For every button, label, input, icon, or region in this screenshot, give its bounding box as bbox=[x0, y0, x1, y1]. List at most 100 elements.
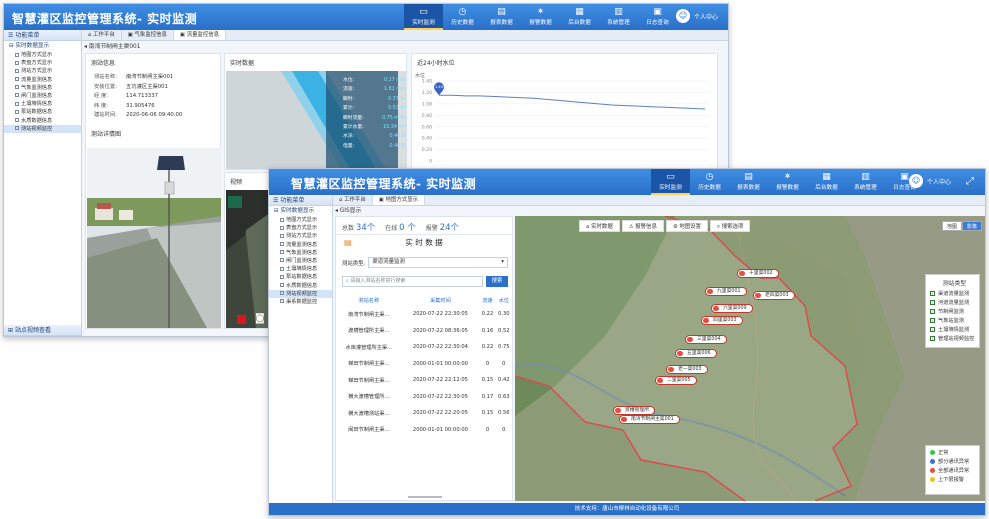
sidebar-item[interactable]: 表盘方式显示 bbox=[269, 224, 332, 232]
tab-item[interactable]: ▣ 地图方式显示 bbox=[372, 195, 425, 205]
user-avatar-icon: ☺ bbox=[676, 9, 690, 23]
nav-item-backend[interactable]: ▦ 后台数据 bbox=[560, 4, 599, 30]
map-station-marker[interactable]: 四里渠003 bbox=[701, 316, 743, 325]
sidebar-item[interactable]: 水质数据信息 bbox=[4, 117, 81, 125]
back-arrow-icon[interactable]: ◂ bbox=[335, 208, 338, 214]
nav-item-monitor[interactable]: ▭ 实时监测 bbox=[404, 4, 443, 30]
search-input[interactable]: ⌕ 请输入测站名称进行搜索 bbox=[342, 276, 483, 287]
fullscreen-icon[interactable]: ⤢ bbox=[966, 176, 974, 187]
table-row[interactable]: 闽田节制闸主渠... 2000-01-01 00:00:00 0 0 bbox=[336, 422, 512, 439]
map-type-button[interactable]: 影像 bbox=[961, 221, 982, 231]
nav-item-report[interactable]: ▤ 报表数据 bbox=[729, 169, 768, 195]
legend-item[interactable]: ✓ 渠道流量监测 bbox=[930, 290, 979, 299]
table-row[interactable]: 渡槽管理所主渠... 2020-07-22 08:36:05 0.16 0.52 bbox=[336, 323, 512, 340]
sidebar-item[interactable]: 闸门监测信息 bbox=[269, 257, 332, 265]
sidebar-item[interactable]: 渠系数据监控 bbox=[269, 298, 332, 306]
table-row[interactable]: 梯田节制闸主渠... 2000-01-01 00:00:00 0 0 bbox=[336, 356, 512, 373]
map-tool-button[interactable]: ⌕ 搜索选项 bbox=[709, 220, 751, 232]
nav-item-history[interactable]: ◷ 历史数据 bbox=[690, 169, 729, 195]
sidebar-item[interactable]: 土壤墒情信息 bbox=[4, 100, 81, 108]
sidebar-item[interactable]: 水质数据信息 bbox=[269, 282, 332, 290]
sidebar-item[interactable]: 闸门监测信息 bbox=[4, 92, 81, 100]
back-sidebar-group[interactable]: ⊟ 实时数据显示 bbox=[4, 41, 81, 51]
front-sidebar-group[interactable]: ⊟ 实时数据显示 bbox=[269, 206, 332, 216]
overlay-key: 流速: bbox=[343, 87, 355, 93]
alarm-icon: ✶ bbox=[783, 172, 792, 182]
map-station-marker[interactable]: 六里渠009 bbox=[711, 304, 753, 313]
station-type-select[interactable]: 渠道流量监测 ▾ bbox=[368, 257, 508, 268]
sidebar-item[interactable]: 泵站数据信息 bbox=[269, 273, 332, 281]
video-record-button[interactable] bbox=[237, 315, 246, 324]
map-station-marker[interactable]: 老一渠003 bbox=[666, 365, 708, 374]
back-sidebar-bottom[interactable]: ⊞ 站点视频查看 bbox=[4, 325, 81, 336]
sidebar-item[interactable]: 测站方式显示 bbox=[269, 232, 332, 240]
legend-item[interactable]: ✓ 河道流量监测 bbox=[930, 299, 979, 308]
camera-icon[interactable]: ◙ bbox=[255, 313, 265, 324]
tab-item[interactable]: ▣ 气象监控信息 bbox=[122, 30, 174, 40]
map-station-marker[interactable]: 渡槽管理所 bbox=[613, 406, 655, 415]
legend-item[interactable]: ✓ 土壤墒情监测 bbox=[930, 326, 979, 335]
list-icon: ▤ bbox=[344, 238, 352, 247]
table-row[interactable]: 水库灌管理所主渠... 2020-07-22 22:30:04 0.22 0.75 bbox=[336, 339, 512, 356]
map-station-marker[interactable]: 老四渠003 bbox=[753, 291, 795, 300]
map-tool-button[interactable]: ⌂ 实时数据 bbox=[579, 220, 620, 232]
sidebar-item-label: 测站视频监控 bbox=[21, 125, 53, 132]
sidebar-item[interactable]: 测站视频监控 bbox=[269, 289, 332, 298]
front-tabbar: ⌂ 工作平台 ▣ 地图方式显示 bbox=[333, 195, 985, 206]
station-table: 测站名称 采集时间 流速 水位 南湾节制闸主渠... 2020-07-22 22:30:… bbox=[336, 294, 512, 438]
map-station-marker[interactable]: 三里渠004 bbox=[685, 335, 727, 344]
back-user-center[interactable]: ☺ 个人中心 bbox=[676, 9, 718, 23]
back-arrow-icon[interactable]: ◂ bbox=[84, 44, 87, 50]
checkbox-icon bbox=[15, 60, 19, 65]
nav-item-alarm[interactable]: ✶ 报警数据 bbox=[521, 4, 560, 30]
nav-item-backend[interactable]: ▦ 后台数据 bbox=[807, 169, 846, 195]
legend-item[interactable]: ✓ 气象站监测 bbox=[930, 317, 979, 326]
tab-label: 流量监控信息 bbox=[186, 32, 220, 38]
list-scroll-handle[interactable] bbox=[408, 496, 442, 498]
table-row[interactable]: 梯田节制闸主渠... 2020-07-22 22:12:05 0.15 0.42 bbox=[336, 372, 512, 389]
map-tool-label: 实时数据 bbox=[591, 224, 613, 230]
sidebar-item[interactable]: 测站方式显示 bbox=[4, 67, 81, 75]
nav-item-system[interactable]: ▥ 系统管理 bbox=[846, 169, 885, 195]
nav-item-monitor[interactable]: ▭ 实时监测 bbox=[651, 169, 690, 195]
tab-item[interactable]: ⌂ 工作平台 bbox=[82, 30, 122, 40]
map-station-marker[interactable]: 五里渠006 bbox=[675, 349, 717, 358]
table-row[interactable]: 横大渡槽管理所... 2020-07-22 22:30:05 0.17 0.63 bbox=[336, 389, 512, 406]
table-row[interactable]: 横大渡槽测站渠... 2020-07-22 22:20:05 0.15 0.56 bbox=[336, 405, 512, 422]
nav-item-system[interactable]: ▥ 系统管理 bbox=[599, 4, 638, 30]
nav-item-log[interactable]: ▣ 日志查询 bbox=[638, 4, 677, 30]
map-station-marker[interactable]: 九里渠001 bbox=[705, 287, 747, 296]
map-toolbar: ⌂ 实时数据 ⚠ 报警信息 ⚙ 地图设置 ⌕ 搜索选项 bbox=[579, 220, 751, 232]
nav-item-history[interactable]: ◷ 历史数据 bbox=[443, 4, 482, 30]
overlay-value: 15.34 m³ bbox=[383, 124, 405, 130]
legend-item[interactable]: ✓ 管理站视频监控 bbox=[930, 335, 979, 344]
sidebar-item[interactable]: 流量监测信息 bbox=[269, 241, 332, 249]
sidebar-item[interactable]: 土壤墒情信息 bbox=[269, 265, 332, 273]
nav-item-report[interactable]: ▤ 报表数据 bbox=[482, 4, 521, 30]
tab-item[interactable]: ⌂ 工作平台 bbox=[333, 195, 373, 205]
legend-label: 渠道流量监测 bbox=[938, 291, 970, 297]
map-type-button[interactable]: 地图 bbox=[941, 221, 962, 231]
sidebar-item[interactable]: 地图方式显示 bbox=[269, 216, 332, 224]
sidebar-item[interactable]: 气象监测信息 bbox=[4, 84, 81, 92]
tab-item[interactable]: ▣ 流量监控信息 bbox=[173, 30, 227, 40]
map-station-marker[interactable]: 南湾节制闸主渠001 bbox=[619, 415, 680, 424]
table-row[interactable]: 南湾节制闸主渠... 2020-07-22 22:30:05 0.22 0.30 bbox=[336, 306, 512, 323]
sidebar-item[interactable]: 测站视频监控 bbox=[4, 124, 81, 133]
sidebar-item[interactable]: 流量监测信息 bbox=[4, 76, 81, 84]
sidebar-item[interactable]: 表盘方式显示 bbox=[4, 59, 81, 67]
map-panel[interactable]: ⌂ 实时数据 ⚠ 报警信息 ⚙ 地图设置 ⌕ 搜索选项 地图 影像 十里渠002 九里渠0… bbox=[515, 216, 985, 501]
sidebar-item[interactable]: 气象监测信息 bbox=[269, 249, 332, 257]
search-button[interactable]: 搜索 bbox=[486, 276, 508, 287]
sidebar-item[interactable]: 地图方式显示 bbox=[4, 51, 81, 59]
front-user-center[interactable]: ☺ 个人中心 bbox=[909, 174, 951, 188]
nav-item-alarm[interactable]: ✶ 报警数据 bbox=[768, 169, 807, 195]
map-station-marker[interactable]: 二里渠005 bbox=[655, 376, 697, 385]
map-tool-button[interactable]: ⚙ 地图设置 bbox=[665, 220, 708, 232]
map-station-marker[interactable]: 十里渠002 bbox=[737, 269, 779, 278]
sidebar-item[interactable]: 泵站数据信息 bbox=[4, 108, 81, 116]
map-tool-button[interactable]: ⚠ 报警信息 bbox=[621, 220, 664, 232]
legend-item[interactable]: ✓ 节制闸监测 bbox=[930, 308, 979, 317]
info-key: 经 度: bbox=[94, 93, 109, 99]
nav-item-label: 日志查询 bbox=[646, 20, 669, 26]
